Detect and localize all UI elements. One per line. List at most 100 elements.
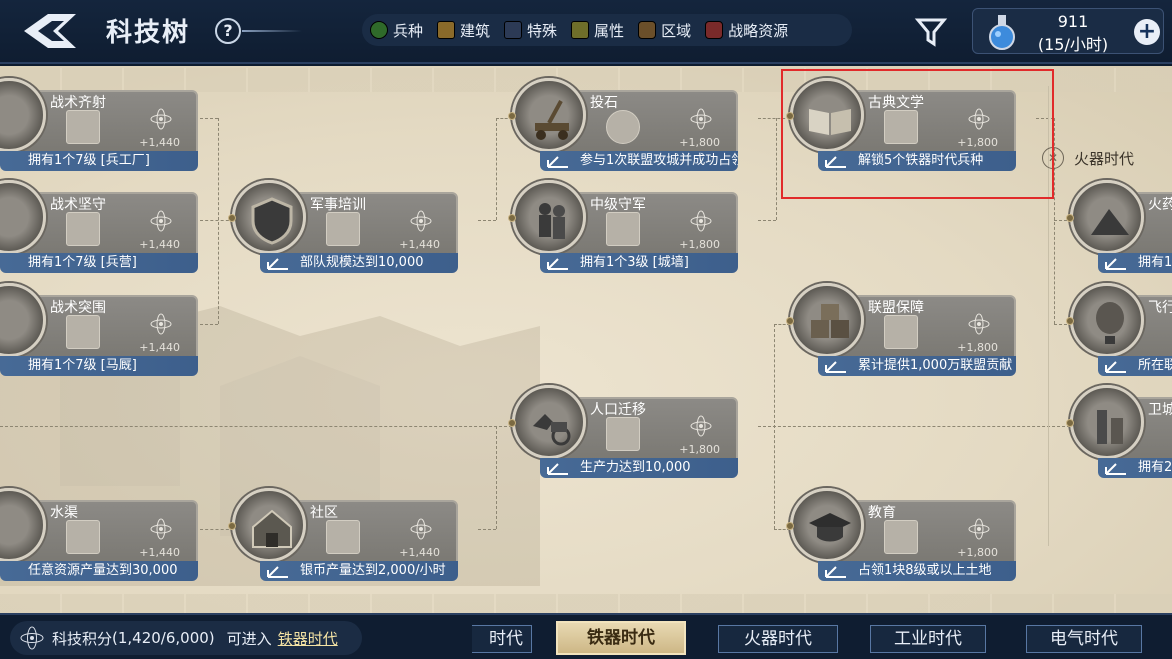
tech-node-acropolis[interactable]: 卫城 拥有2座分 bbox=[1066, 385, 1172, 478]
legend-item-special[interactable]: 特殊 bbox=[504, 20, 557, 41]
legend-item-troops[interactable]: 兵种 bbox=[370, 20, 423, 41]
atom-icon bbox=[20, 626, 44, 650]
tech-node-tactical-volley[interactable]: 战术齐射 +1,440 拥有1个7级 [兵工厂] bbox=[0, 78, 198, 171]
tab-electric-age[interactable]: 电气时代 bbox=[1026, 625, 1142, 653]
node-name: 军事培训 bbox=[310, 197, 366, 213]
node-connector-dot bbox=[1066, 317, 1074, 325]
node-points: +1,440 bbox=[399, 238, 440, 251]
node-requirement: 拥有1个7级 [兵营] bbox=[0, 253, 198, 273]
help-button[interactable]: ? bbox=[215, 18, 241, 44]
node-name: 战术齐射 bbox=[50, 95, 106, 111]
house-icon bbox=[232, 488, 306, 562]
filter-button[interactable] bbox=[912, 14, 950, 50]
node-points: +1,800 bbox=[679, 443, 720, 456]
connector bbox=[478, 529, 496, 530]
tab-iron-age[interactable]: 铁器时代 bbox=[556, 621, 686, 655]
tech-node-catapult[interactable]: 投石 +1,800 参与1次联盟攻城并成功占领 bbox=[508, 78, 738, 171]
legend-label: 战略资源 bbox=[728, 21, 789, 40]
requirement-arrow-icon bbox=[267, 566, 288, 578]
catapult-icon bbox=[512, 78, 586, 152]
node-connector-dot bbox=[786, 317, 794, 325]
atom-icon bbox=[410, 518, 432, 540]
connector bbox=[496, 118, 497, 220]
strategic-resource-swatch-icon bbox=[705, 21, 724, 39]
node-requirement: 任意资源产量达到30,000 bbox=[0, 561, 198, 581]
tech-score-panel: 科技积分 (1,420/6,000) 可进入 铁器时代 bbox=[10, 621, 362, 655]
crates-icon bbox=[790, 283, 864, 357]
tech-node-alliance-support[interactable]: 联盟保障 +1,800 累计提供1,000万联盟贡献 bbox=[786, 283, 1016, 376]
node-name: 水渠 bbox=[50, 505, 78, 521]
node-points: +1,440 bbox=[399, 546, 440, 559]
connector bbox=[218, 118, 219, 324]
era-marker: ✕ 火器时代 bbox=[1042, 147, 1134, 169]
back-arrow-icon bbox=[24, 14, 76, 48]
connector bbox=[758, 220, 776, 221]
node-name: 火药 bbox=[1148, 197, 1172, 213]
resource-value: 911 bbox=[1057, 12, 1089, 31]
node-points: +1,800 bbox=[957, 341, 998, 354]
node-name: 卫城 bbox=[1148, 402, 1172, 418]
tab-industrial-age[interactable]: 工业时代 bbox=[870, 625, 986, 653]
connector bbox=[774, 324, 775, 529]
connector bbox=[0, 426, 512, 427]
node-connector-dot bbox=[228, 214, 236, 222]
node-points: +1,800 bbox=[679, 238, 720, 251]
tab-firearm-age[interactable]: 火器时代 bbox=[718, 625, 838, 653]
connector bbox=[200, 324, 218, 325]
legend-item-attribute[interactable]: 属性 bbox=[571, 20, 624, 41]
region-type-icon bbox=[326, 520, 360, 554]
add-resource-button[interactable]: + bbox=[1134, 19, 1160, 45]
atom-icon bbox=[690, 415, 712, 437]
node-connector-dot bbox=[228, 522, 236, 530]
score-suffix: 可进入 bbox=[226, 629, 272, 648]
region-type-icon bbox=[606, 417, 640, 451]
requirement-arrow-icon bbox=[547, 463, 568, 475]
requirement-arrow-icon bbox=[1105, 258, 1126, 270]
tech-node-tactical-breakout[interactable]: 战术突围 +1,440 拥有1个7级 [马厩] bbox=[0, 283, 198, 376]
tab-era-previous[interactable]: 时代 bbox=[472, 625, 532, 653]
tech-node-population-migration[interactable]: 人口迁移 +1,800 生产力达到10,000 bbox=[508, 385, 738, 478]
legend-item-strategic-resource[interactable]: 战略资源 bbox=[705, 20, 788, 41]
node-name: 社区 bbox=[310, 505, 338, 521]
node-name: 中级守军 bbox=[590, 197, 646, 213]
node-connector-dot bbox=[786, 522, 794, 530]
powder-icon bbox=[1070, 180, 1144, 254]
tech-node-gunpowder[interactable]: 火药 拥有1个1 bbox=[1066, 180, 1172, 273]
building-type-icon bbox=[884, 520, 918, 554]
special-swatch-icon bbox=[504, 21, 523, 39]
tech-node-community[interactable]: 社区 +1,440 银币产量达到2,000/小时 bbox=[228, 488, 458, 581]
shield-icon bbox=[232, 180, 306, 254]
highlight-box bbox=[781, 69, 1054, 199]
category-legend: 兵种 建筑 特殊 属性 区域 战略资源 bbox=[362, 14, 852, 46]
tech-node-flight[interactable]: 飞行 所在联盟 bbox=[1066, 283, 1172, 376]
legend-item-region[interactable]: 区域 bbox=[638, 20, 691, 41]
atom-icon bbox=[410, 210, 432, 232]
connector bbox=[758, 426, 1070, 427]
node-name: 人口迁移 bbox=[590, 402, 646, 418]
resource-rate: (15/小时) bbox=[1037, 35, 1109, 54]
atom-icon bbox=[968, 313, 990, 335]
region-type-icon bbox=[884, 315, 918, 349]
back-button[interactable] bbox=[20, 10, 80, 52]
filter-icon bbox=[914, 18, 948, 47]
legend-item-building[interactable]: 建筑 bbox=[437, 20, 490, 41]
requirement-arrow-icon bbox=[547, 156, 568, 168]
troops-type-icon bbox=[66, 315, 100, 349]
node-connector-dot bbox=[508, 214, 516, 222]
node-points: +1,800 bbox=[679, 136, 720, 149]
score-value: (1,420/6,000) bbox=[112, 629, 215, 647]
tech-node-aqueduct[interactable]: 水渠 +1,440 任意资源产量达到30,000 bbox=[0, 488, 198, 581]
node-points: +1,440 bbox=[139, 546, 180, 559]
tech-node-tactical-defense[interactable]: 战术坚守 +1,440 拥有1个7级 [兵营] bbox=[0, 180, 198, 273]
node-points: +1,440 bbox=[139, 341, 180, 354]
tech-node-intermediate-garrison[interactable]: 中级守军 +1,800 拥有1个3级 [城墙] bbox=[508, 180, 738, 273]
requirement-arrow-icon bbox=[1105, 463, 1126, 475]
title-divider bbox=[242, 30, 302, 32]
tech-node-military-training[interactable]: 军事培训 +1,440 部队规模达到10,000 bbox=[228, 180, 458, 273]
node-name: 投石 bbox=[590, 95, 618, 111]
tech-node-education[interactable]: 教育 +1,800 占领1块8级或以上土地 bbox=[786, 488, 1016, 581]
next-era-link[interactable]: 铁器时代 bbox=[278, 628, 338, 649]
special-type-icon bbox=[606, 212, 640, 246]
node-points: +1,800 bbox=[957, 546, 998, 559]
node-points: +1,440 bbox=[139, 238, 180, 251]
